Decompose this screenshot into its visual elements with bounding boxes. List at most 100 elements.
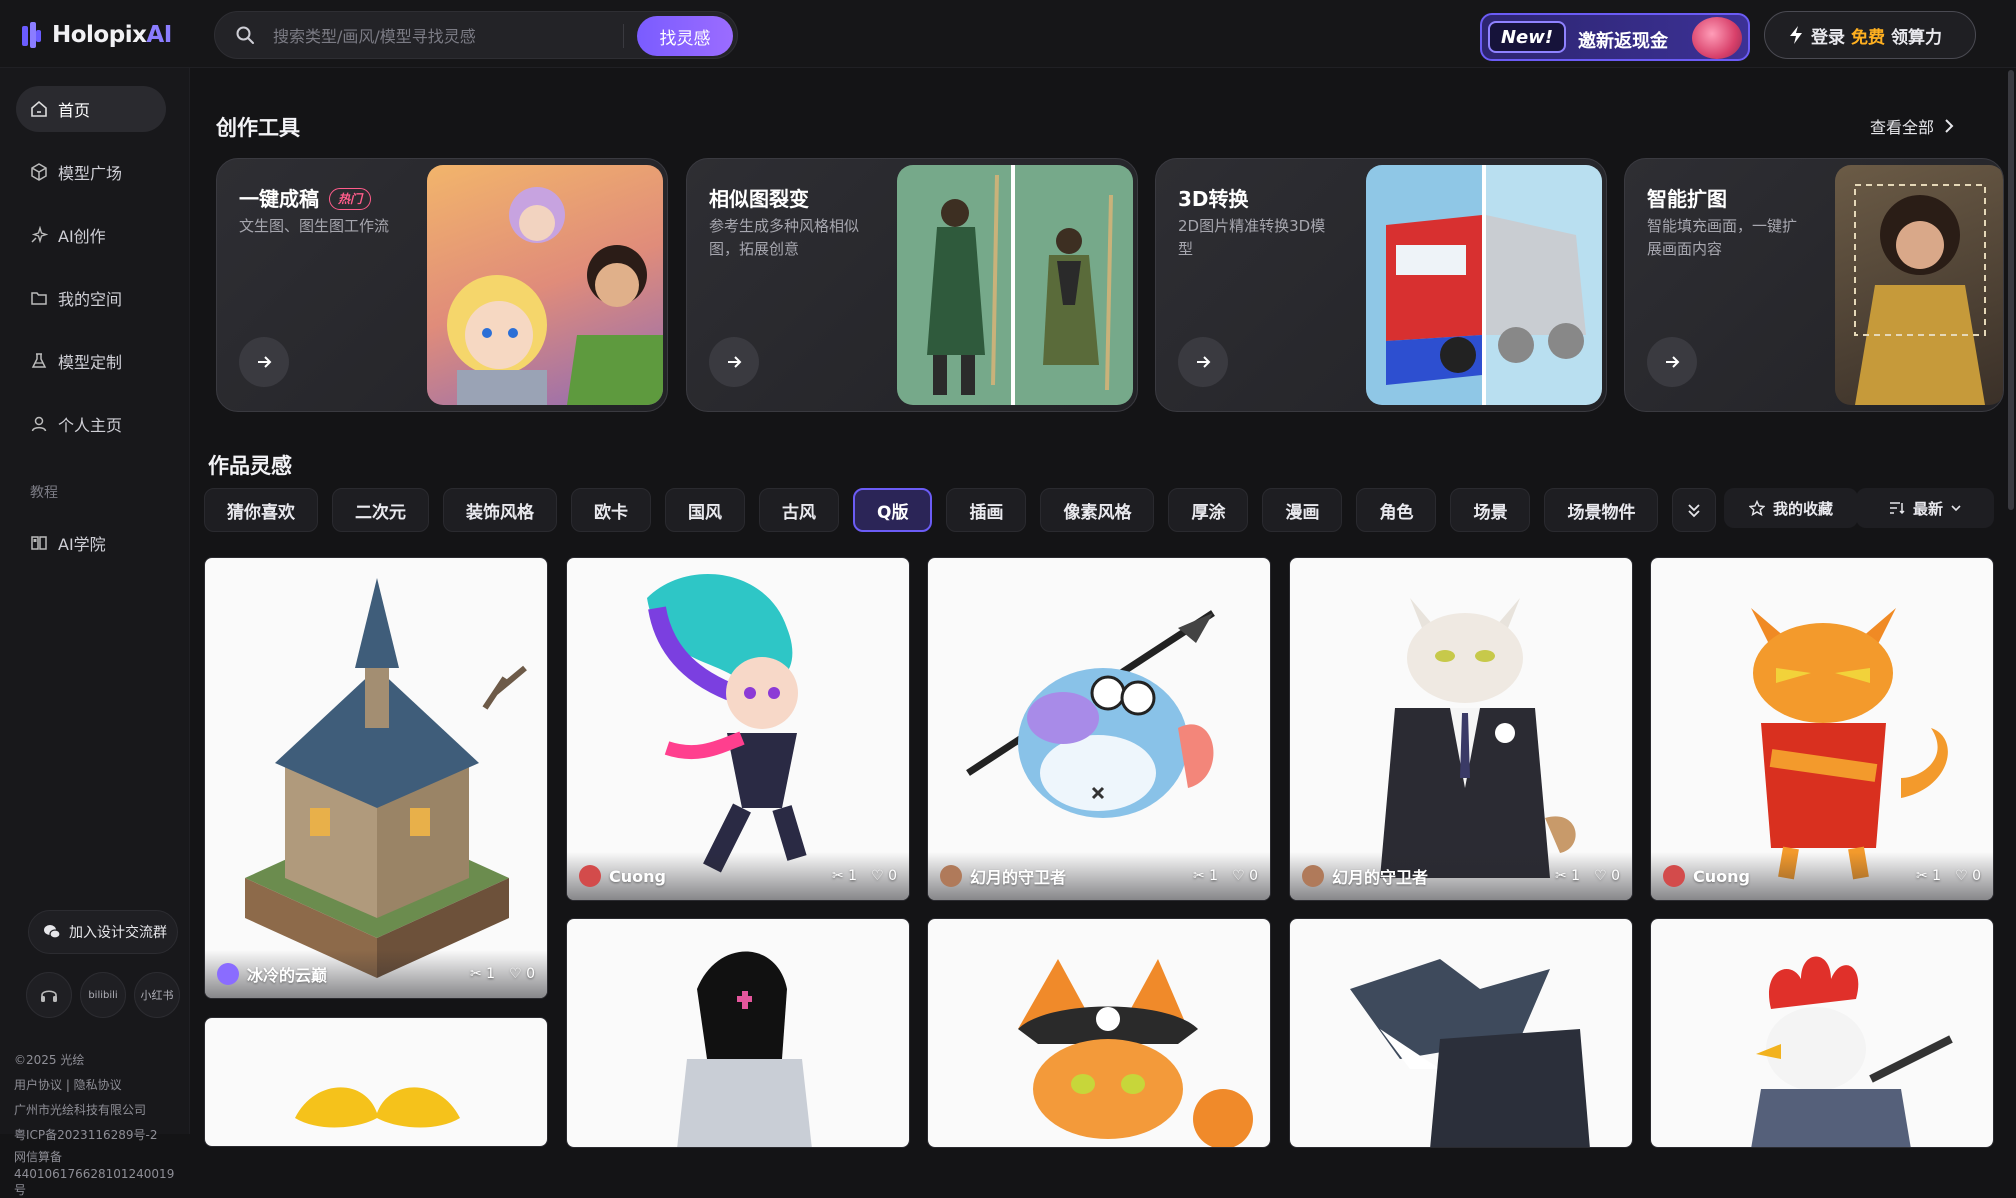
warrior-illustration <box>927 165 1113 405</box>
rooster-artwork <box>1751 956 1953 1147</box>
work-card[interactable] <box>927 918 1271 1148</box>
arrow-right-button[interactable] <box>1647 337 1697 387</box>
sort-dropdown[interactable]: 最新 <box>1856 488 1994 528</box>
filter-chip[interactable]: 古风 <box>759 488 839 532</box>
footer-links: ©2025 光绘 用户协议 | 隐私协议 广州市光绘科技有限公司 粤ICP备20… <box>14 1048 184 1198</box>
tool-thumbnail <box>897 165 1133 405</box>
agreements-link[interactable]: 用户协议 | 隐私协议 <box>14 1073 184 1098</box>
filter-chip[interactable]: 漫画 <box>1262 488 1343 532</box>
tool-thumbnail <box>427 165 663 405</box>
like-count[interactable]: ♡ 0 <box>1594 868 1620 884</box>
tool-title: 3D转换 <box>1178 187 1249 211</box>
sidebar-item-academy[interactable]: AI学院 <box>16 520 166 566</box>
tool-card-one-click[interactable]: 一键成稿 热门 文生图、图生图工作流 <box>216 158 668 412</box>
remix-count[interactable]: ✂ 1 <box>1555 868 1580 884</box>
work-stats: ✂ 1 ♡ 0 <box>1555 868 1620 884</box>
filter-chip[interactable]: 场景物件 <box>1544 488 1659 532</box>
arrow-right-button[interactable] <box>1178 337 1228 387</box>
filter-chip-active[interactable]: Q版 <box>853 488 933 532</box>
book-icon <box>31 536 47 550</box>
search-divider <box>623 24 624 48</box>
remix-count-value: 1 <box>486 966 496 982</box>
work-card[interactable]: 幻月的守卫者 ✂ 1 ♡ 0 <box>927 557 1271 901</box>
sort-label: 最新 <box>1912 499 1943 518</box>
tool-card-expand[interactable]: 智能扩图 智能填充画面，一键扩展画面内容 <box>1624 158 2004 412</box>
arrow-right-button[interactable] <box>239 337 289 387</box>
favorites-label: 我的收藏 <box>1772 499 1833 518</box>
work-meta: 幻月的守卫者 ✂ 1 ♡ 0 <box>928 852 1270 900</box>
author-name[interactable]: 冰冷的云巅 <box>247 962 462 986</box>
work-card[interactable] <box>204 1017 548 1147</box>
work-card[interactable] <box>566 918 910 1148</box>
work-card[interactable]: Cuong ✂ 1 ♡ 0 <box>566 557 910 901</box>
inspiration-section-title: 作品灵感 <box>208 454 292 478</box>
remix-count-value: 1 <box>1932 868 1942 884</box>
author-name[interactable]: Cuong <box>609 867 824 886</box>
filter-chip[interactable]: 欧卡 <box>571 488 651 532</box>
icp-number[interactable]: 粤ICP备2023116289号-2 <box>14 1123 184 1148</box>
like-count[interactable]: ♡ 0 <box>871 868 897 884</box>
join-group-button[interactable]: 加入设计交流群 <box>28 910 178 954</box>
tool-card-similar[interactable]: 相似图裂变 参考生成多种风格相似图，拓展创意 <box>686 158 1138 412</box>
tool-desc: 文生图、图生图工作流 <box>239 217 390 235</box>
work-card[interactable] <box>1650 918 1994 1148</box>
filter-chip[interactable]: 插画 <box>946 488 1027 532</box>
expand-filters-button[interactable] <box>1672 488 1717 532</box>
like-count[interactable]: ♡ 0 <box>1955 868 1981 884</box>
sidebar-item-model-square[interactable]: 模型广场 <box>16 149 166 195</box>
work-card[interactable]: 幻月的守卫者 ✂ 1 ♡ 0 <box>1289 557 1633 901</box>
work-meta: 冰冷的云巅 ✂ 1 ♡ 0 <box>205 950 547 998</box>
like-count[interactable]: ♡ 0 <box>509 966 535 982</box>
page-scrollbar[interactable] <box>2008 70 2014 510</box>
author-avatar <box>217 963 239 985</box>
bilibili-button[interactable]: bilibili <box>80 972 126 1018</box>
filter-chip[interactable]: 猜你喜欢 <box>204 488 318 532</box>
filter-chip[interactable]: 像素风格 <box>1040 488 1155 532</box>
sidebar-item-ai-create[interactable]: AI创作 <box>16 212 166 258</box>
author-name[interactable]: 幻月的守卫者 <box>1332 864 1547 888</box>
filter-chip[interactable]: 装饰风格 <box>443 488 557 532</box>
like-count-value: 0 <box>526 966 535 982</box>
author-name[interactable]: Cuong <box>1693 867 1908 886</box>
author-name[interactable]: 幻月的守卫者 <box>970 864 1185 888</box>
filter-chip[interactable]: 场景 <box>1450 488 1531 532</box>
invite-banner[interactable]: New! 邀新返现金 <box>1480 13 1750 61</box>
remix-count[interactable]: ✂ 1 <box>1916 868 1941 884</box>
remix-count[interactable]: ✂ 1 <box>832 868 857 884</box>
like-count-value: 0 <box>888 868 897 884</box>
logo[interactable]: HolopixAI <box>22 20 172 50</box>
like-count-value: 0 <box>1611 868 1620 884</box>
find-inspiration-button[interactable]: 找灵感 <box>637 16 733 56</box>
view-all-link[interactable]: 查看全部 <box>1870 114 1954 138</box>
tiger-artwork <box>1751 608 1948 880</box>
chevron-right-icon <box>1945 119 1954 133</box>
remix-count[interactable]: ✂ 1 <box>470 966 495 982</box>
new-badge: New! <box>1488 21 1566 53</box>
login-button[interactable]: 登录 免费 领算力 <box>1764 11 1976 59</box>
pirate-cat-artwork <box>1018 959 1253 1147</box>
work-stats: ✂ 1 ♡ 0 <box>1193 868 1258 884</box>
sidebar-item-home[interactable]: 首页 <box>16 86 166 132</box>
filter-chip[interactable]: 厚涂 <box>1168 488 1249 532</box>
author-avatar <box>1302 865 1324 887</box>
filter-chip[interactable]: 角色 <box>1356 488 1437 532</box>
arrow-right-button[interactable] <box>709 337 759 387</box>
headset-button[interactable] <box>26 972 72 1018</box>
invite-text: 邀新返现金 <box>1578 31 1668 52</box>
remix-count[interactable]: ✂ 1 <box>1193 868 1218 884</box>
woman-illustration <box>1854 184 1986 405</box>
filter-chip[interactable]: 二次元 <box>332 488 429 532</box>
tool-card-3d[interactable]: 3D转换 2D图片精准转换3D模型 <box>1155 158 1607 412</box>
xiaohongshu-button[interactable]: 小红书 <box>134 972 180 1018</box>
work-card[interactable]: Cuong ✂ 1 ♡ 0 <box>1650 557 1994 901</box>
sidebar-item-my-space[interactable]: 我的空间 <box>16 275 166 321</box>
sidebar-item-profile[interactable]: 个人主页 <box>16 401 166 447</box>
my-favorites-button[interactable]: 我的收藏 <box>1724 488 1858 528</box>
search-input[interactable] <box>271 20 631 52</box>
sidebar-item-model-custom[interactable]: 模型定制 <box>16 338 166 384</box>
filter-chip[interactable]: 国风 <box>665 488 745 532</box>
work-card[interactable]: 冰冷的云巅 ✂ 1 ♡ 0 <box>204 557 548 999</box>
like-count[interactable]: ♡ 0 <box>1232 868 1258 884</box>
work-card[interactable] <box>1289 918 1633 1148</box>
sparkle-icon <box>31 226 48 244</box>
